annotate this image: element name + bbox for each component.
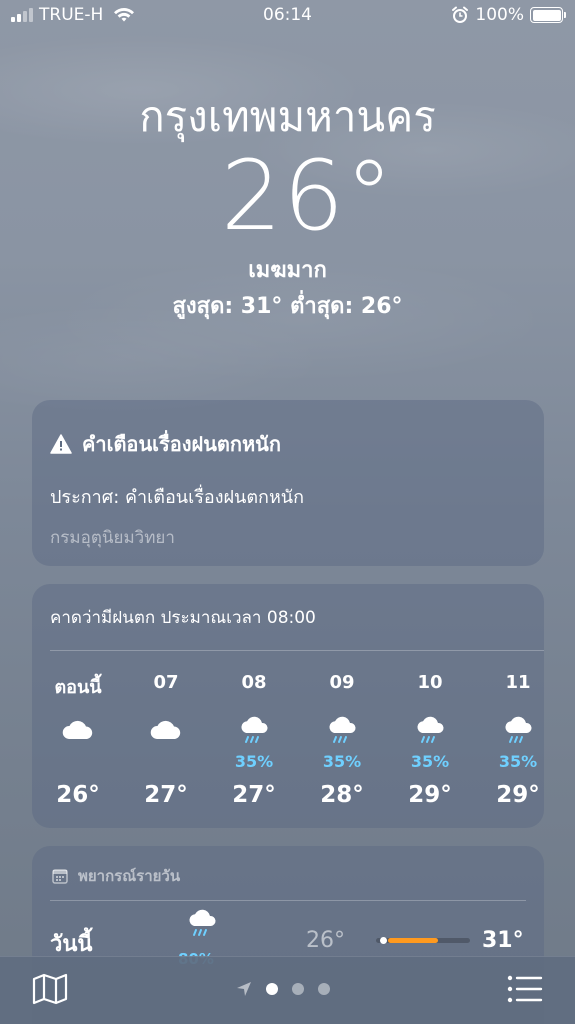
hour-item: 09 35% 28°: [298, 672, 386, 808]
high-low: สูงสุด: 31° ต่ำสุด: 26°: [172, 294, 403, 319]
hour-temperature: 27°: [144, 782, 188, 808]
cloud-rain-icon: [325, 708, 359, 752]
hour-item: 10 35% 29°: [386, 672, 474, 808]
alarm-icon: [452, 6, 469, 23]
hour-item: ตอนนี้ 26°: [34, 672, 122, 808]
hour-precip-chance: 35%: [498, 752, 538, 771]
cloud-rain-icon: [237, 708, 271, 752]
hourly-summary: คาดว่ามีฝนตก ประมาณเวลา 08:00: [50, 608, 316, 628]
bottom-toolbar: [0, 956, 575, 1024]
cloud-rain-icon: [501, 708, 535, 752]
alert-title: คำเตือนเรื่องฝนตกหนัก: [82, 432, 281, 456]
hourly-strip[interactable]: ตอนนี้ 26° 07 27° 08 35% 27° 09 35% 28° 10 35% 29° 11…: [32, 672, 544, 808]
hour-item: 11 35% 29°: [474, 672, 544, 808]
temperature-range-bar: [376, 937, 470, 944]
hour-precip-chance: 35%: [410, 752, 450, 771]
cloud-icon: [149, 708, 183, 752]
hour-label: 10: [417, 672, 443, 693]
daily-header-label: พยากรณ์รายวัน: [78, 867, 181, 885]
hour-precip-chance: 35%: [322, 752, 362, 771]
page-dot[interactable]: [292, 983, 304, 995]
cloud-rain-icon: [413, 708, 447, 752]
daily-divider: [50, 900, 526, 901]
current-temp-marker: [380, 937, 387, 944]
cloud-rain-icon: [184, 906, 220, 944]
hourly-divider: [50, 650, 544, 651]
daily-header: พยากรณ์รายวัน: [52, 864, 180, 888]
cloud-icon: [61, 708, 95, 752]
hour-item: 08 35% 27°: [210, 672, 298, 808]
page-dot[interactable]: [266, 983, 278, 995]
battery-percent: 100%: [475, 5, 524, 25]
hour-item: 07 27°: [122, 672, 210, 808]
page-indicator[interactable]: [236, 981, 330, 997]
page-dot[interactable]: [318, 983, 330, 995]
severe-weather-alert-card[interactable]: คำเตือนเรื่องฝนตกหนัก ประกาศ: คำเตือนเรื…: [32, 400, 544, 566]
hour-temperature: 29°: [408, 782, 452, 808]
hour-label: 09: [329, 672, 355, 693]
alert-title-row: คำเตือนเรื่องฝนตกหนัก: [50, 428, 281, 460]
day-low-temp: 26°: [306, 928, 345, 953]
calendar-icon: [52, 869, 68, 884]
hourly-forecast-card[interactable]: คาดว่ามีฝนตก ประมาณเวลา 08:00 ตอนนี้ 26° 0…: [32, 584, 544, 828]
list-icon[interactable]: [507, 975, 543, 1003]
alert-source: กรมอุตุนิยมวิทยา: [50, 528, 175, 548]
status-bar: TRUE-H 06:14 100%: [0, 0, 575, 32]
current-temperature: 26°: [220, 140, 395, 252]
location-arrow-icon: [237, 982, 251, 996]
hour-temperature: 28°: [320, 782, 364, 808]
temperature-range-fill: [388, 938, 438, 943]
hour-label: 07: [153, 672, 179, 693]
hour-label: 08: [241, 672, 267, 693]
map-icon[interactable]: [32, 973, 68, 1005]
battery-icon: [530, 7, 566, 23]
status-right: 100%: [451, 5, 566, 25]
hour-precip-chance: 35%: [234, 752, 274, 771]
hour-temperature: 29°: [496, 782, 540, 808]
warning-icon: [50, 434, 72, 454]
hour-temperature: 26°: [56, 782, 100, 808]
hour-label: 11: [505, 672, 531, 693]
hour-label: ตอนนี้: [54, 677, 102, 698]
alert-body: ประกาศ: คำเตือนเรื่องฝนตกหนัก: [50, 487, 305, 508]
hour-temperature: 27°: [232, 782, 276, 808]
day-high-temp: 31°: [482, 928, 524, 953]
current-condition: เมฆมาก: [248, 258, 327, 283]
